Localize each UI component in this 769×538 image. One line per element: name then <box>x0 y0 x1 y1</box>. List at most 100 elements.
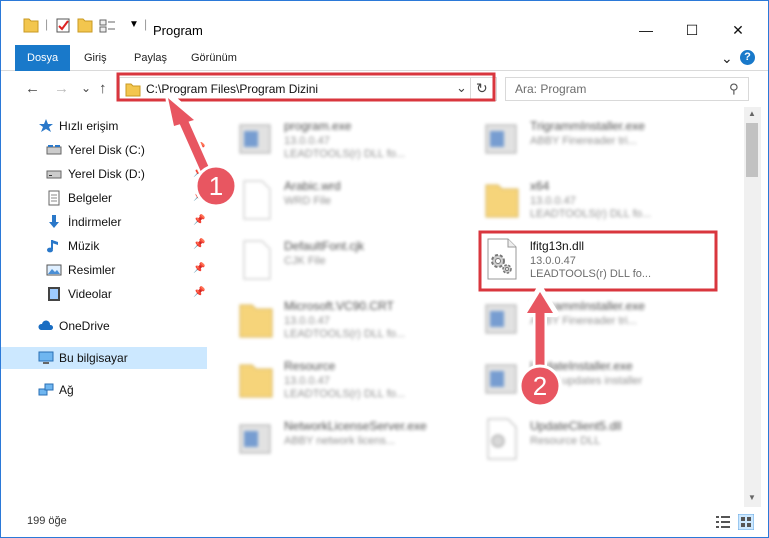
item-count: 199 öğe <box>27 515 67 527</box>
close-button[interactable]: ✕ <box>715 15 761 45</box>
sidebar-item-disk-d[interactable]: Yerel Disk (D:) 📌 <box>1 163 207 185</box>
search-placeholder: Ara: Program <box>515 82 587 96</box>
file-name: NetworkLicenseServer.exe <box>284 419 427 433</box>
pictures-icon <box>46 264 62 276</box>
documents-icon <box>48 190 60 206</box>
up-button[interactable]: ↑ <box>99 80 107 97</box>
tab-home[interactable]: Giriş <box>84 45 107 71</box>
refresh-icon[interactable]: ↻ <box>476 80 488 97</box>
file-description: LEADTOOLS(r) DLL fo... <box>530 208 652 220</box>
help-icon[interactable]: ? <box>740 50 755 65</box>
gear-file-icon <box>487 238 517 280</box>
sidebar-item-disk-c[interactable]: Yerel Disk (C:) 📌 <box>1 139 207 161</box>
sidebar-item-onedrive[interactable]: OneDrive <box>1 315 207 337</box>
file-item[interactable]: Microsoft.VC90.CRT 13.0.0.47 LEADTOOLS(r… <box>236 293 476 351</box>
file-item[interactable]: UpdateClient5.dll Resource DLL <box>482 413 722 471</box>
minimize-button[interactable]: — <box>623 15 669 45</box>
exe-file-icon <box>485 124 517 154</box>
file-item[interactable]: TrigrammInstaller.exe ABBY Finereader tr… <box>482 113 722 171</box>
file-item[interactable]: DefaultFont.cjk CJK File <box>236 233 476 291</box>
pin-icon[interactable]: 📌 <box>193 167 205 178</box>
file-item[interactable]: NetworkLicenseServer.exe ABBY network li… <box>236 413 476 471</box>
cloud-icon <box>38 320 54 330</box>
sidebar-item-label: Müzik <box>68 239 100 253</box>
ribbon-tabs: Dosya Giriş Paylaş Görünüm ⌄ ? <box>1 45 768 71</box>
view-options-icon[interactable] <box>99 15 117 35</box>
vertical-scrollbar[interactable]: ▲ ▼ <box>744 107 761 507</box>
file-version: 13.0.0.47 <box>530 255 576 267</box>
sidebar-item-label: İndirmeler <box>68 215 122 229</box>
file-item[interactable]: UpdateInstaller.exe ABBY updates install… <box>482 353 722 411</box>
drive-icon <box>46 170 62 179</box>
file-item-target-dll[interactable]: lfitg13n.dll 13.0.0.47 LEADTOOLS(r) DLL … <box>482 233 722 291</box>
sidebar-item-quick-access[interactable]: Hızlı erişim <box>1 115 207 137</box>
sidebar-item-pictures[interactable]: Resimler 📌 <box>1 259 207 281</box>
gear-file-icon <box>487 418 517 460</box>
generic-file-icon <box>243 180 271 220</box>
sidebar-item-label: Bu bilgisayar <box>59 351 128 365</box>
sidebar-item-label: Videolar <box>68 287 112 301</box>
pin-icon[interactable]: 📌 <box>193 191 205 202</box>
pin-icon[interactable]: 📌 <box>193 239 205 250</box>
file-item[interactable]: program.exe 13.0.0.47 LEADTOOLS(r) DLL f… <box>236 113 476 171</box>
file-type: CJK File <box>284 255 326 267</box>
scroll-up-icon[interactable]: ▲ <box>748 109 756 118</box>
tab-view[interactable]: Görünüm <box>191 45 237 71</box>
tiles-view-icon[interactable] <box>738 514 754 530</box>
sidebar-item-downloads[interactable]: İndirmeler 📌 <box>1 211 207 233</box>
file-name: UpdateClient5.dll <box>530 419 622 433</box>
file-description: LEADTOOLS(r) DLL fo... <box>284 388 406 400</box>
scroll-down-icon[interactable]: ▼ <box>748 493 756 502</box>
sidebar-item-videos[interactable]: Videolar 📌 <box>1 283 207 305</box>
pin-icon[interactable]: 📌 <box>193 143 205 154</box>
maximize-button[interactable]: ☐ <box>669 15 715 45</box>
sidebar-item-this-pc[interactable]: Bu bilgisayar <box>1 347 207 369</box>
customize-toolbar-chevron-icon[interactable]: ▼ <box>129 19 139 39</box>
address-path: C:\Program Files\Program Dizini <box>146 82 319 96</box>
star-icon <box>39 119 53 132</box>
tab-file[interactable]: Dosya <box>15 45 71 71</box>
recent-locations-button[interactable]: ⌄ <box>81 81 91 95</box>
sidebar-item-documents[interactable]: Belgeler 📌 <box>1 187 207 209</box>
title-bar: | ▼ | Program — ☐ ✕ <box>1 1 768 45</box>
pin-icon[interactable]: 📌 <box>193 263 205 274</box>
scrollbar-thumb[interactable] <box>746 123 758 177</box>
tab-share[interactable]: Paylaş <box>134 45 167 71</box>
file-item[interactable]: Resource 13.0.0.47 LEADTOOLS(r) DLL fo..… <box>236 353 476 411</box>
sidebar-item-label: Resimler <box>68 263 116 277</box>
divider <box>470 78 471 100</box>
file-item[interactable]: TrigrammInstaller.exe ABBY Finereader tr… <box>482 293 722 351</box>
search-icon[interactable]: ⚲ <box>729 81 739 97</box>
properties-icon[interactable] <box>55 15 71 35</box>
search-input[interactable]: Ara: Program ⚲ <box>505 77 749 101</box>
videos-icon <box>48 287 60 301</box>
exe-file-icon <box>485 364 517 394</box>
folder-icon <box>239 364 273 398</box>
separator: | <box>45 17 49 31</box>
sidebar-item-label: OneDrive <box>59 319 110 333</box>
sidebar-item-music[interactable]: Müzik 📌 <box>1 235 207 257</box>
folder-icon <box>485 184 519 218</box>
sidebar-item-label: Ağ <box>59 383 74 397</box>
new-folder-icon[interactable] <box>77 15 93 35</box>
back-button[interactable]: ← <box>25 80 40 97</box>
ribbon-expand-icon[interactable]: ⌄ <box>721 45 733 71</box>
details-view-icon[interactable] <box>715 515 731 529</box>
pin-icon[interactable]: 📌 <box>193 215 205 226</box>
drive-icon <box>46 145 62 155</box>
file-version: 13.0.0.47 <box>284 315 330 327</box>
forward-button[interactable]: → <box>54 80 69 97</box>
folder-icon <box>23 18 39 33</box>
file-version: 13.0.0.47 <box>530 195 576 207</box>
file-description: ABBY Finereader tri... <box>530 135 637 147</box>
file-version: 13.0.0.47 <box>284 135 330 147</box>
file-item[interactable]: x64 13.0.0.47 LEADTOOLS(r) DLL fo... <box>482 173 722 231</box>
file-item[interactable]: Arabic.wrd WRD File <box>236 173 476 231</box>
file-version: 13.0.0.47 <box>284 375 330 387</box>
pin-icon[interactable]: 📌 <box>193 287 205 298</box>
address-bar[interactable]: C:\Program Files\Program Dizini ⌄ ↻ <box>119 77 497 101</box>
address-dropdown-icon[interactable]: ⌄ <box>456 80 467 96</box>
separator: | <box>144 17 148 31</box>
file-description: LEADTOOLS(r) DLL fo... <box>284 148 406 160</box>
sidebar-item-network[interactable]: Ağ <box>1 379 207 401</box>
